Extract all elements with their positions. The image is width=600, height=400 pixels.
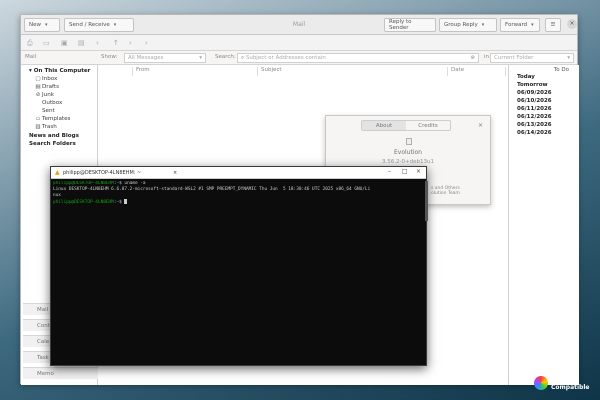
scope-select[interactable]: Current Folder ▾ (490, 53, 574, 63)
search-icon: ⌕ (241, 55, 245, 61)
todo-date[interactable]: Tomorrow (517, 82, 548, 88)
todo-date[interactable]: 06/14/2026 (517, 130, 552, 136)
todo-date[interactable]: 06/09/2026 (517, 90, 552, 96)
sidebar-item-junk[interactable]: ⊘ Junk (35, 92, 54, 98)
about-copyright: s and Others olution Team (431, 186, 460, 196)
menu-button[interactable]: ☰ (545, 18, 561, 32)
hamburger-icon: ☰ (550, 22, 556, 28)
terminal-cursor (124, 199, 128, 204)
todo-title: To Do (553, 67, 569, 73)
show-select[interactable]: All Messages ▾ (124, 53, 206, 63)
terminal-line: Linux DESKTOP-4LN8EHM 6.6.87.2-microsoft… (53, 187, 371, 192)
previous-icon[interactable]: ‹ (96, 39, 99, 47)
mail-view-label: Mail (25, 54, 37, 60)
group-reply-button[interactable]: Group Reply ▾ (439, 18, 497, 32)
todo-date[interactable]: 06/11/2026 (517, 106, 552, 112)
todo-date[interactable]: 06/13/2026 (517, 122, 552, 128)
chevron-down-icon[interactable]: ▾ (482, 22, 485, 28)
todo-date[interactable]: 06/12/2026 (517, 114, 552, 120)
drafts-icon: ▤ (35, 84, 41, 90)
minimize-icon[interactable]: – (388, 168, 391, 175)
linux-penguin-icon: ▲ (55, 169, 60, 176)
close-icon[interactable]: × (416, 168, 421, 175)
column-from[interactable]: From (133, 67, 258, 76)
sidebar-item-outbox[interactable]: Outbox (35, 100, 62, 106)
terminal-line: philipp@DESKTOP-4LN8EHM:~$ (53, 199, 426, 206)
todo-date[interactable]: Today (517, 74, 535, 80)
about-tabs: About Credits (361, 120, 451, 131)
search-label: Search: (215, 54, 236, 60)
terminal-title: philipp@DESKTOP-4LN8EHM: ~ (63, 170, 142, 176)
sidebar-item-drafts[interactable]: ▤Drafts (35, 84, 59, 90)
header-bar: New ▾ Send / Receive ▾ Mail Reply to Sende… (21, 15, 577, 35)
sidebar-news-and-blogs[interactable]: News and Blogs (29, 133, 79, 139)
terminal-scrollbar[interactable] (425, 181, 428, 221)
clear-icon[interactable]: ⊗ (470, 55, 475, 61)
reply-to-sender-button[interactable]: Reply to Sender (384, 18, 436, 32)
up-icon[interactable]: ↑ (113, 39, 119, 47)
todo-bar: To Do Today Tomorrow 06/09/2026 06/10/20… (508, 65, 579, 385)
message-toolbar: ⎙ ▭ ▣ ▤ ‹ ↑ › › (21, 35, 577, 51)
sidebar-item-templates[interactable]: ▫ Templates (35, 116, 70, 122)
maximize-icon[interactable]: □ (402, 168, 408, 175)
nt-logo-icon (534, 376, 548, 390)
tab-close-icon[interactable]: × (173, 170, 177, 176)
forward-arrow-icon[interactable]: › (145, 39, 148, 47)
close-icon[interactable]: × (478, 122, 483, 129)
templates-icon: ▫ (36, 116, 40, 122)
switcher-memos[interactable]: Memo (23, 367, 98, 379)
watermark: NT Compatible (534, 374, 596, 394)
inbox-icon: ▢ (35, 76, 41, 82)
column-date[interactable]: Date (448, 67, 506, 76)
sidebar-search-folders[interactable]: Search Folders (29, 141, 76, 147)
chevron-down-icon[interactable]: ▾ (531, 22, 534, 28)
chevron-down-icon: ▾ (199, 55, 202, 61)
filter-bar: Mail Show: All Messages ▾ Search: ⌕ Subj… (21, 51, 577, 65)
tab-about[interactable]: About (362, 121, 406, 130)
trash-icon: ▥ (35, 124, 41, 130)
sidebar-item-inbox[interactable]: ▢Inbox (35, 76, 57, 82)
chevron-down-icon: ▾ (567, 55, 570, 61)
in-label: in (484, 54, 490, 60)
chevron-down-icon: ▾ (29, 68, 32, 74)
close-icon[interactable]: × (567, 19, 577, 29)
print-icon[interactable]: ⎙ (27, 39, 33, 47)
sidebar-on-this-computer[interactable]: ▾ On This Computer (29, 68, 90, 74)
terminal-output[interactable]: philipp@DESKTOP-4LN8EHM:~$ uname -a Linux… (53, 181, 426, 206)
forward-button[interactable]: Forward ▾ (500, 18, 540, 32)
junk-icon: ⊘ (35, 92, 41, 98)
about-app-name: Evolution (394, 149, 422, 156)
todo-date[interactable]: 06/10/2026 (517, 98, 552, 104)
column-flags[interactable] (101, 67, 133, 76)
tab-credits[interactable]: Credits (406, 121, 450, 130)
evolution-logo-icon (406, 138, 412, 145)
delete-icon[interactable]: ▭ (43, 39, 50, 47)
terminal-window[interactable]: ▲ philipp@DESKTOP-4LN8EHM: ~ × – □ × phi… (50, 166, 428, 366)
column-subject[interactable]: Subject (258, 67, 448, 76)
sidebar-item-sent[interactable]: Sent (35, 108, 55, 114)
sidebar-item-trash[interactable]: ▥Trash (35, 124, 56, 130)
about-version: 3.56.2-0+deb13u1 (382, 159, 434, 165)
show-label: Show: (101, 54, 118, 60)
search-input[interactable]: ⌕ Subject or Addresses contain ⊗ (237, 53, 479, 63)
archive-icon[interactable]: ▤ (78, 39, 85, 47)
terminal-titlebar[interactable]: ▲ philipp@DESKTOP-4LN8EHM: ~ × – □ × (51, 167, 426, 179)
next-icon[interactable]: › (129, 39, 132, 47)
junk-icon[interactable]: ▣ (61, 39, 68, 47)
